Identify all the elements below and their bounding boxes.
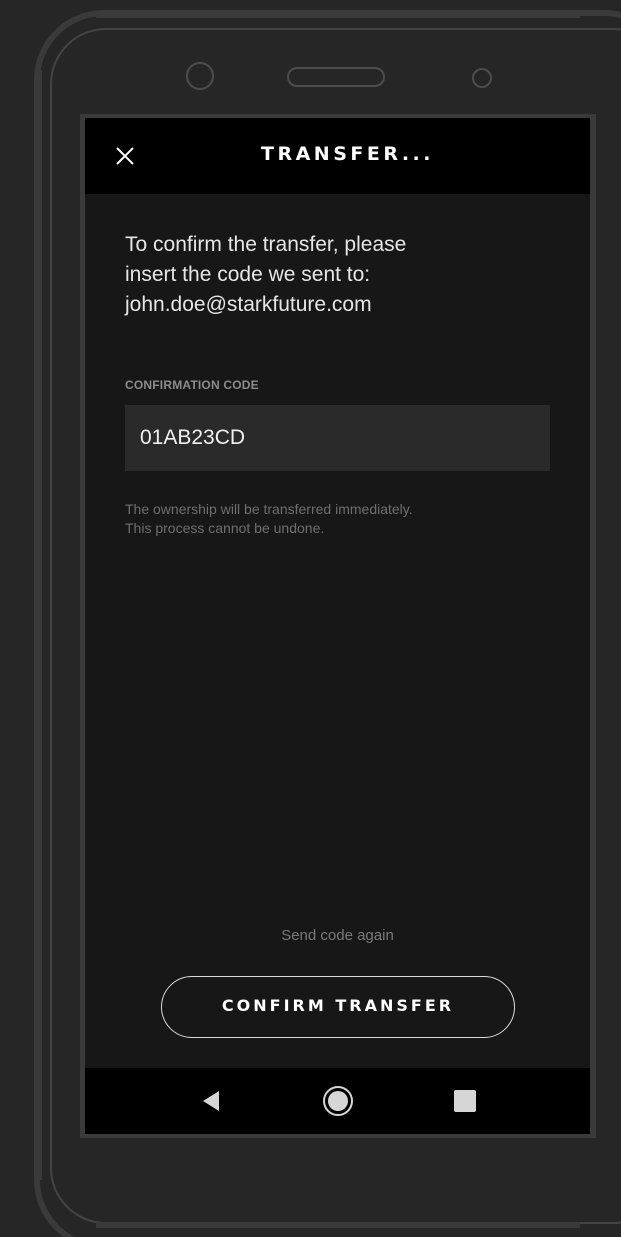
phone-top-rail: [96, 12, 580, 18]
app-screen: TRANSFER... To confirm the transfer, ple…: [85, 118, 590, 1134]
app-header: TRANSFER...: [85, 118, 590, 194]
send-code-again-link[interactable]: Send code again: [85, 927, 590, 944]
notice-line: This process cannot be undone.: [125, 520, 325, 536]
intro-line: insert the code we sent to:: [125, 263, 371, 286]
transfer-notice: The ownership will be transferred immedi…: [125, 500, 413, 538]
page-title: TRANSFER...: [261, 143, 434, 165]
notice-line: The ownership will be transferred immedi…: [125, 501, 413, 517]
intro-message: To confirm the transfer, please insert t…: [125, 230, 565, 320]
earpiece-speaker: [287, 67, 385, 87]
confirm-transfer-button[interactable]: CONFIRM TRANSFER: [161, 976, 515, 1038]
back-triangle-icon[interactable]: [199, 1089, 223, 1113]
phone-side-rail: [36, 70, 42, 1180]
intro-line: To confirm the transfer, please: [125, 233, 407, 256]
confirmation-code-label: CONFIRMATION CODE: [125, 378, 259, 392]
proximity-sensor: [472, 68, 492, 88]
front-camera: [186, 62, 214, 90]
system-nav-bar: [85, 1068, 590, 1134]
home-circle-icon[interactable]: [322, 1085, 354, 1117]
device-mockup: TRANSFER... To confirm the transfer, ple…: [0, 0, 621, 1237]
recipient-email: john.doe@starkfuture.com: [125, 293, 372, 316]
recents-square-icon[interactable]: [454, 1090, 476, 1112]
confirmation-code-input[interactable]: [125, 405, 550, 471]
phone-bottom-rail: [96, 1222, 580, 1228]
confirmation-code-field: [125, 405, 550, 471]
